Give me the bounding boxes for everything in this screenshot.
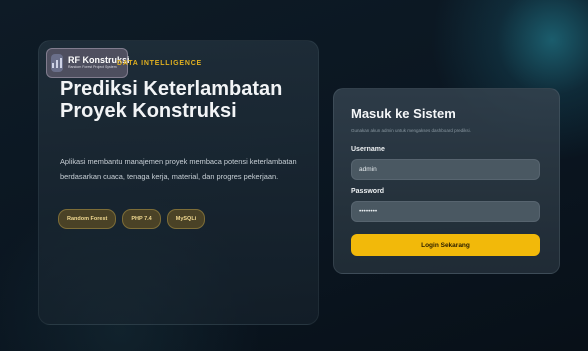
brand-badge: RF Konstruksi Random Forest Project Syst… xyxy=(46,48,130,78)
login-subtitle: Gunakan akun admin untuk mengakses dashb… xyxy=(351,128,471,133)
hero-description: Aplikasi membantu manajemen proyek memba… xyxy=(60,157,297,181)
login-title: Masuk ke Sistem xyxy=(351,106,456,121)
tech-tags: Random Forest PHP 7.4 MySQLi xyxy=(58,209,206,229)
username-input[interactable] xyxy=(351,159,540,180)
hero-title: Prediksi Keterlambatan Proyek Konstruksi xyxy=(60,78,283,122)
brand-kicker: DATA INTELLIGENCE xyxy=(117,60,203,67)
username-label: Username xyxy=(351,146,385,153)
tag-mysqli: MySQLi xyxy=(166,209,206,229)
password-input[interactable] xyxy=(351,201,540,222)
login-button[interactable]: Login Sekarang xyxy=(351,234,540,256)
tag-php: PHP 7.4 xyxy=(122,209,161,229)
password-label: Password xyxy=(351,188,385,195)
brand-logo-icon xyxy=(51,54,63,72)
tag-random-forest: Random Forest xyxy=(58,209,117,229)
